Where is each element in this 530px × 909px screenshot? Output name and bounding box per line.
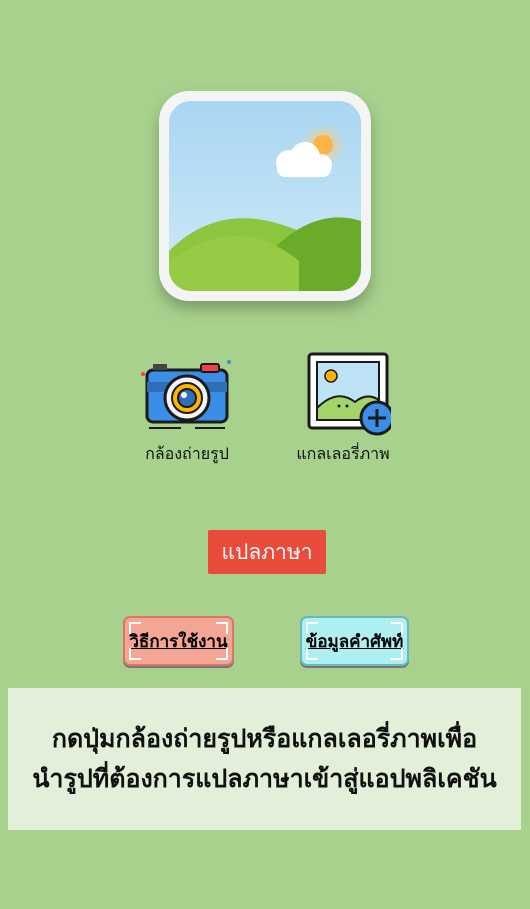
help-box: กดปุ่มกล้องถ่ายรูปหรือแกลเลอรี่ภาพเพื่อ … — [8, 688, 521, 830]
frame-corner — [129, 622, 141, 634]
help-line-1: กดปุ่มกล้องถ่ายรูปหรือแกลเลอรี่ภาพเพื่อ — [51, 724, 478, 753]
frame-corner — [391, 648, 403, 660]
image-preview — [159, 91, 371, 301]
vocab-label: ข้อมูลคำศัพท์ — [305, 631, 404, 652]
gallery-add-icon — [307, 352, 391, 436]
gallery-label: แกลเลอรี่ภาพ — [296, 444, 390, 463]
camera-label: กล้องถ่ายรูป — [145, 444, 229, 463]
camera-icon — [141, 360, 231, 429]
vocab-button[interactable]: ข้อมูลคำศัพท์ — [300, 616, 409, 666]
translate-button[interactable]: แปลภาษา — [208, 530, 326, 574]
gallery-action[interactable]: แกลเลอรี่ภาพ — [288, 352, 398, 467]
help-line-2: นำรูปที่ต้องการแปลภาษาเข้าสู่แอปพลิเคชัน — [32, 764, 497, 793]
frame-corner — [306, 648, 318, 660]
image-placeholder-icon — [169, 101, 361, 291]
frame-corner — [216, 648, 228, 660]
frame-corner — [129, 648, 141, 660]
frame-corner — [216, 622, 228, 634]
camera-action[interactable]: กล้องถ่ายรูป — [132, 352, 242, 467]
howto-label: วิธีการใช้งาน — [129, 631, 228, 652]
howto-button[interactable]: วิธีการใช้งาน — [123, 616, 234, 666]
frame-corner — [306, 622, 318, 634]
frame-corner — [391, 622, 403, 634]
